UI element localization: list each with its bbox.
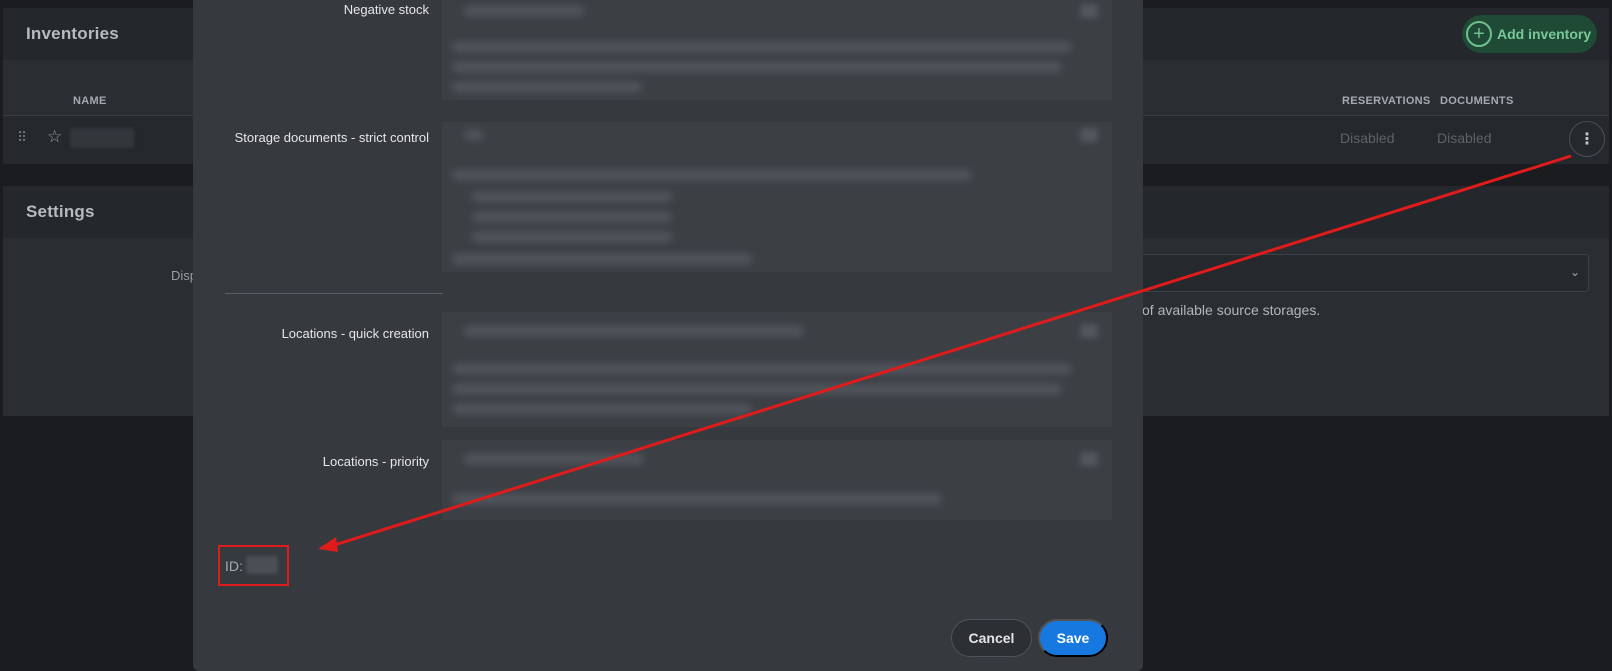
arrow-line bbox=[324, 154, 1572, 550]
annotation-arrow bbox=[318, 154, 1572, 552]
arrow-head bbox=[318, 537, 338, 552]
